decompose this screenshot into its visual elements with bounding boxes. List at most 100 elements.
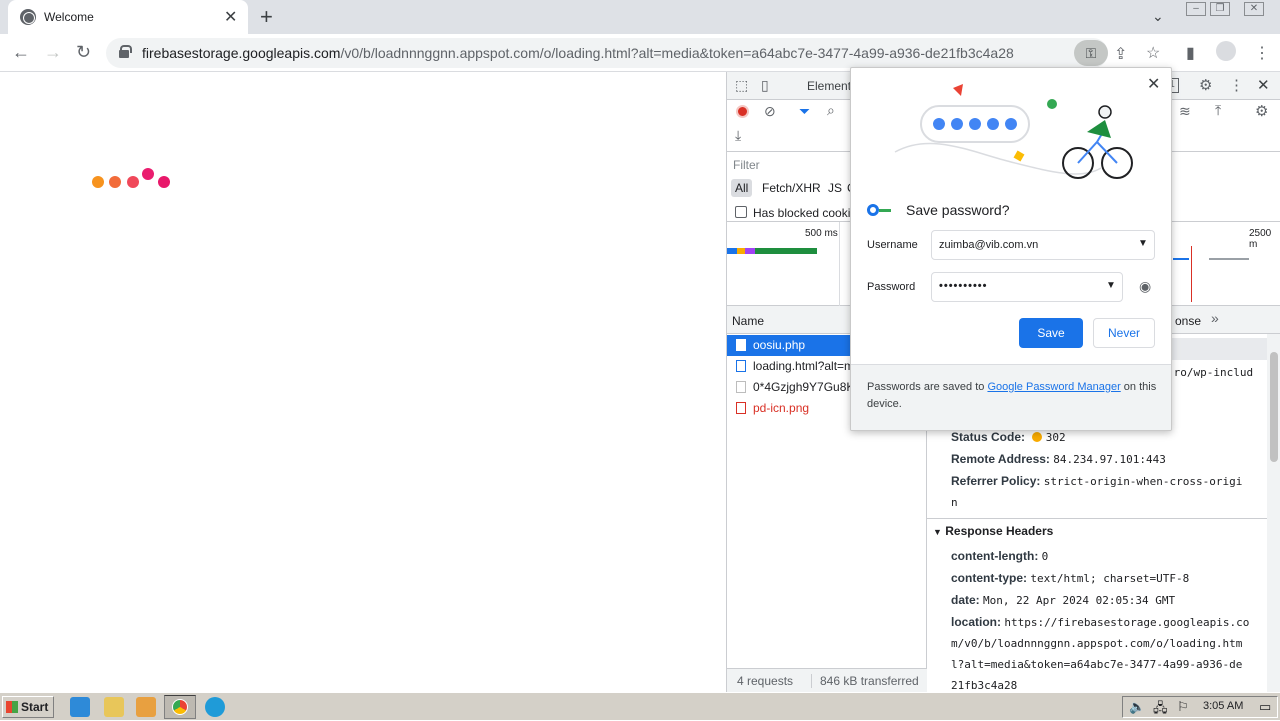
- back-arrow-icon[interactable]: ←: [12, 42, 30, 63]
- image-icon: [736, 381, 746, 393]
- key-icon[interactable]: ⚿: [1074, 40, 1108, 66]
- timeline-tick: 2500 m: [1249, 228, 1272, 250]
- new-tab-button[interactable]: +: [260, 4, 273, 30]
- location-row: location: https://firebasestorage.google…: [951, 615, 1250, 629]
- save-password-dialog: ✕ Save password? Username zuimba@vib.com…: [850, 67, 1172, 431]
- name-column-header[interactable]: Name: [732, 314, 764, 328]
- system-tray: 🔈 🖧 ⚐ 3:05 AM ▭: [1122, 696, 1278, 718]
- response-headers-header[interactable]: ▼ Response Headers: [933, 524, 1053, 538]
- share-icon[interactable]: ⇪: [1114, 44, 1127, 64]
- loader-dot: [142, 168, 154, 180]
- never-button[interactable]: Never: [1093, 318, 1155, 348]
- dialog-footer: Passwords are saved to Google Password M…: [851, 364, 1171, 430]
- chrome-icon: [172, 699, 188, 715]
- scrollbar-thumb[interactable]: [1270, 352, 1278, 462]
- expand-triangle-icon: ▼: [933, 527, 942, 537]
- dialog-close-icon[interactable]: ✕: [1147, 74, 1160, 94]
- profile-avatar-icon[interactable]: [1216, 41, 1236, 61]
- loader-dot: [127, 176, 139, 188]
- date-row: date: Mon, 22 Apr 2024 02:05:34 GMT: [951, 593, 1176, 607]
- media-player-icon[interactable]: [136, 697, 156, 717]
- flag-icon[interactable]: ⚐: [1177, 699, 1189, 715]
- side-panel-icon[interactable]: ▮: [1186, 43, 1195, 63]
- username-value: zuimba@vib.com.vn: [939, 239, 1039, 251]
- start-button[interactable]: Start: [2, 696, 54, 718]
- timeline-bar: [737, 248, 745, 254]
- ie-icon[interactable]: [70, 697, 90, 717]
- timeline-gridline: [839, 222, 840, 306]
- request-url-value: .ro/wp-includ: [1167, 366, 1254, 379]
- chrome-taskbar-button[interactable]: [164, 695, 196, 719]
- kebab-menu-icon[interactable]: ⋮: [1254, 43, 1270, 63]
- url-text[interactable]: firebasestorage.googleapis.com/v0/b/load…: [142, 45, 1014, 61]
- network-status-bar: 4 requests 846 kB transferred: [727, 668, 927, 692]
- import-har-icon[interactable]: ⤓: [735, 127, 741, 144]
- taskbar: Start 🔈 🖧 ⚐ 3:05 AM ▭: [0, 692, 1280, 720]
- show-desktop-icon[interactable]: ▭: [1259, 699, 1271, 715]
- loader-dot: [92, 176, 104, 188]
- details-scrollbar[interactable]: [1267, 334, 1280, 692]
- save-button[interactable]: Save: [1019, 318, 1083, 348]
- blocked-cookies-checkbox[interactable]: [735, 206, 747, 218]
- remote-address-row: Remote Address: 84.234.97.101:443: [951, 452, 1166, 466]
- image-icon: [736, 402, 746, 414]
- password-field[interactable]: •••••••••• ▼: [931, 272, 1123, 302]
- network-conditions-icon[interactable]: ≋: [1179, 103, 1191, 120]
- export-har-icon[interactable]: ⤒: [1215, 102, 1221, 119]
- filter-type-all[interactable]: All: [731, 179, 753, 197]
- loader-dot: [158, 176, 170, 188]
- search-icon[interactable]: ⌕: [827, 102, 835, 119]
- dialog-title: Save password?: [906, 202, 1010, 218]
- timeline-bar: [1209, 258, 1249, 260]
- tab-close-icon[interactable]: ✕: [224, 7, 237, 27]
- network-icon[interactable]: 🖧: [1153, 699, 1168, 721]
- filter-type-fetch-xhr[interactable]: Fetch/XHR: [762, 181, 821, 195]
- clock[interactable]: 3:05 AM: [1203, 700, 1243, 712]
- location-value-line: 21fb3c4a28: [951, 679, 1018, 692]
- address-bar[interactable]: firebasestorage.googleapis.com/v0/b/load…: [106, 38, 1160, 68]
- document-icon: [736, 360, 746, 372]
- redirect-status-icon: [1032, 432, 1043, 442]
- tab-search-chevron-icon[interactable]: ⌄: [1152, 8, 1164, 25]
- restore-button[interactable]: ❐: [1210, 2, 1230, 16]
- clear-icon[interactable]: ⊘: [764, 103, 776, 120]
- tab-response[interactable]: onse: [1175, 314, 1201, 328]
- section-divider: [927, 518, 1267, 519]
- explorer-icon[interactable]: [104, 697, 124, 717]
- blocked-cookies-label: Has blocked cookies: [753, 206, 864, 220]
- devtools-close-icon[interactable]: ✕: [1257, 76, 1270, 94]
- lock-icon[interactable]: [119, 45, 132, 58]
- password-label: Password: [867, 281, 916, 293]
- show-password-eye-icon[interactable]: ◉: [1139, 278, 1151, 295]
- loader-dot: [109, 176, 121, 188]
- devtools-menu-icon[interactable]: ⋮: [1229, 76, 1244, 94]
- volume-icon[interactable]: 🔈: [1129, 699, 1145, 715]
- password-value: ••••••••••: [939, 280, 988, 292]
- device-toolbar-icon[interactable]: ▯: [761, 77, 769, 94]
- dropdown-arrow-icon[interactable]: ▼: [1138, 238, 1148, 249]
- devtools-settings-icon[interactable]: ⚙: [1199, 76, 1212, 94]
- document-icon: [736, 339, 746, 351]
- minimize-button[interactable]: –: [1186, 2, 1206, 16]
- filter-icon[interactable]: ⏷: [799, 103, 810, 120]
- forward-arrow-icon[interactable]: →: [44, 42, 62, 63]
- load-event-line: [1191, 246, 1192, 302]
- username-field[interactable]: zuimba@vib.com.vn ▼: [931, 230, 1155, 260]
- bookmark-star-icon[interactable]: ☆: [1146, 43, 1160, 63]
- username-label: Username: [867, 239, 918, 251]
- tab-welcome[interactable]: Welcome ✕: [8, 0, 248, 34]
- location-value-line: l?alt=media&token=a64abc7e-3477-4a99-a93…: [951, 658, 1243, 671]
- timeline-bar: [745, 248, 755, 254]
- dropdown-arrow-icon[interactable]: ▼: [1106, 280, 1116, 291]
- more-tabs-icon[interactable]: »: [1211, 310, 1219, 326]
- filter-type-js[interactable]: JS: [828, 181, 842, 195]
- record-icon[interactable]: [736, 105, 749, 118]
- filter-input[interactable]: Filter: [733, 158, 760, 172]
- reload-icon[interactable]: ↻: [76, 42, 91, 63]
- transferred-size: 846 kB transferred: [811, 674, 919, 688]
- edge-icon[interactable]: [205, 697, 225, 717]
- inspect-element-icon[interactable]: ⬚: [735, 77, 748, 94]
- network-settings-icon[interactable]: ⚙: [1255, 102, 1268, 120]
- password-manager-link[interactable]: Google Password Manager: [987, 381, 1120, 393]
- window-close-button[interactable]: ✕: [1244, 2, 1264, 16]
